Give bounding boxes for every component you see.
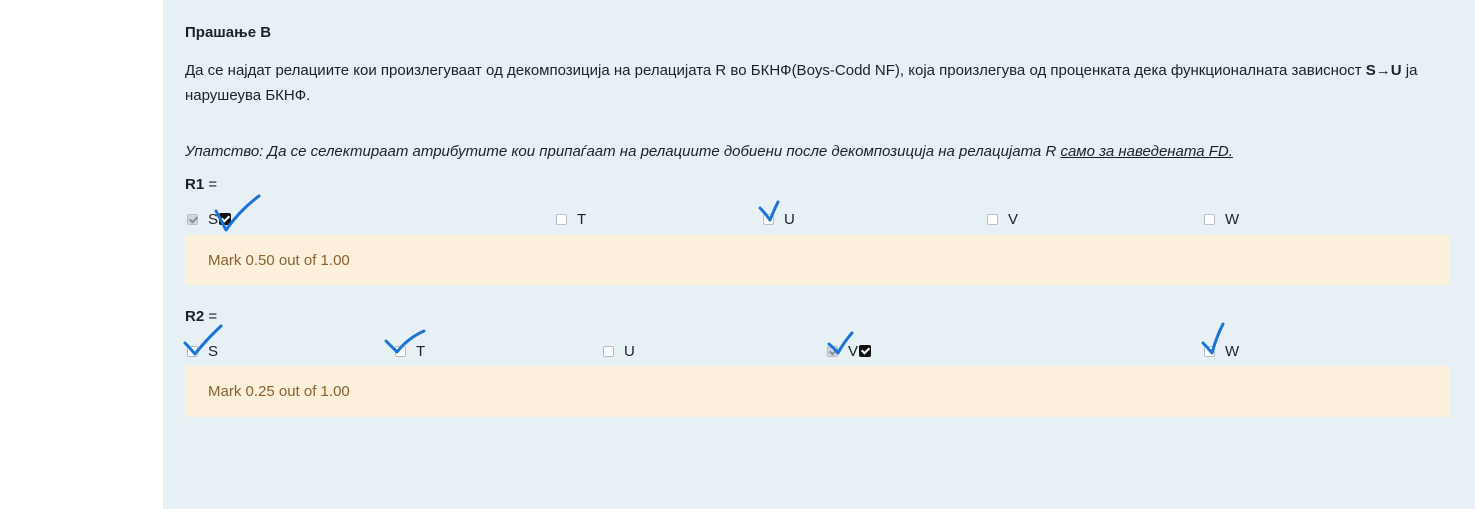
r2-option-t-label: T (416, 342, 426, 360)
r1-checkbox-v[interactable] (987, 213, 998, 225)
r2-option-s-label: S (208, 342, 219, 360)
r1-checkbox-t[interactable] (556, 213, 567, 225)
r1-option-u-label: U (784, 210, 795, 228)
r1-option-t-label: T (577, 210, 587, 228)
r1-option-s[interactable]: S (187, 209, 232, 229)
r2-option-v-label: V (848, 342, 859, 360)
r2-checkbox-u[interactable] (603, 345, 614, 357)
r2-checkbox-s[interactable] (187, 345, 198, 357)
r1-feedback: Mark 0.50 out of 1.00 (185, 235, 1450, 285)
r1-option-v-label: V (1008, 210, 1019, 228)
question-title: Прашање B (185, 24, 272, 41)
r2-mark-text: Mark 0.25 out of 1.00 (208, 383, 350, 400)
relation-r2-name: R2 (185, 308, 205, 325)
relation-r1-label: R1 = (185, 176, 217, 193)
r1-checkbox-u[interactable] (763, 213, 774, 225)
r1-option-w-label: W (1225, 210, 1240, 228)
r1-option-u[interactable]: U (763, 209, 795, 229)
equals-sign: = (208, 308, 218, 325)
question-text-before: Да се најдат релациите кои произлегуваат… (185, 62, 1366, 79)
relation-r2-label: R2 = (185, 308, 217, 325)
r1-option-v[interactable]: V (987, 209, 1018, 229)
equals-sign: = (208, 176, 218, 193)
hint-underlined: само за наведената FD. (1060, 143, 1233, 160)
question-text: Да се најдат релациите кои произлегуваат… (185, 58, 1435, 108)
r1-option-t[interactable]: T (556, 209, 586, 229)
r2-feedback: Mark 0.25 out of 1.00 (185, 366, 1450, 417)
r1-checkbox-s[interactable] (187, 213, 198, 225)
r2-checkbox-w[interactable] (1204, 345, 1215, 357)
r2-option-w-label: W (1225, 342, 1240, 360)
r2-checkbox-v[interactable] (827, 345, 838, 357)
r2-option-u[interactable]: U (603, 341, 635, 361)
r1-option-w[interactable]: W (1204, 209, 1239, 229)
correct-check-icon (859, 345, 872, 357)
hint-text: Упатство: Да се селектираат атрибутите к… (185, 143, 1061, 160)
relation-r1-name: R1 (185, 176, 205, 193)
r2-option-t[interactable]: T (395, 341, 425, 361)
r2-option-u-label: U (624, 342, 635, 360)
r2-option-s[interactable]: S (187, 341, 218, 361)
r1-checkbox-w[interactable] (1204, 213, 1215, 225)
r1-option-s-label: S (208, 210, 219, 228)
r2-option-w[interactable]: W (1204, 341, 1239, 361)
r1-mark-text: Mark 0.50 out of 1.00 (208, 251, 350, 269)
r2-checkbox-t[interactable] (395, 345, 406, 357)
instruction-hint: Упатство: Да се селектираат атрибутите к… (185, 143, 1233, 160)
r2-option-v[interactable]: V (827, 341, 872, 361)
functional-dependency: S→U (1365, 62, 1402, 79)
correct-check-icon (219, 213, 232, 225)
